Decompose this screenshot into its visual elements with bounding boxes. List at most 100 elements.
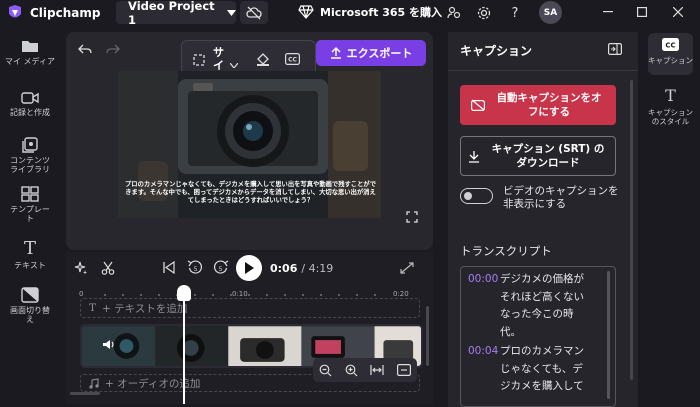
share-button[interactable] — [446, 5, 462, 21]
fill-icon — [256, 53, 270, 67]
cloud-off-icon — [246, 6, 262, 20]
transcript-scrollbar[interactable] — [607, 271, 610, 399]
fullscreen-button[interactable] — [406, 211, 418, 223]
cloud-sync-button[interactable] — [240, 1, 268, 24]
zoom-in-button[interactable] — [345, 364, 358, 377]
transcript-timestamp[interactable]: 00:00 — [468, 271, 498, 341]
captions-toggle-button[interactable]: CC — [285, 53, 300, 65]
fit-screen-button[interactable] — [396, 364, 411, 376]
turn-off-auto-captions-button[interactable]: 自動キャプションをオフにする — [460, 85, 616, 125]
undo-icon — [78, 44, 92, 56]
fill-button[interactable] — [256, 53, 270, 67]
current-time: 0:06 — [270, 262, 298, 275]
time-display: 0:06 / 4:19 — [270, 262, 333, 275]
export-button[interactable]: エクスポート — [316, 40, 426, 66]
text-icon: T — [23, 238, 36, 259]
text-style-icon: T — [665, 86, 676, 105]
video-caption-overlay: プロのカメラマンじゃなくても、デジカメを購入して思い出を写真や動画で残すことがで… — [125, 181, 376, 205]
play-button[interactable] — [236, 255, 262, 281]
undo-button[interactable] — [78, 44, 92, 56]
nav-record-create[interactable]: 記録と作成 — [0, 91, 60, 117]
transcript-title: トランスクリプト — [460, 244, 552, 258]
transcript-box[interactable]: 00:00 デジカメの価格が それほど高くない なった今この時 代。 00:04… — [460, 266, 616, 407]
ruler-dots — [96, 294, 386, 296]
clipchamp-logo-icon — [6, 4, 24, 22]
close-button[interactable] — [662, 0, 694, 24]
svg-text:CC: CC — [288, 57, 297, 64]
cc-icon: CC — [285, 53, 300, 65]
split-button[interactable] — [101, 261, 115, 275]
captions-off-icon — [471, 99, 485, 111]
nav-my-media[interactable]: マイ メディア — [0, 38, 60, 66]
skip-back-icon — [162, 261, 175, 274]
add-text-track[interactable]: T + テキストを追加 — [80, 298, 420, 318]
rail-caption-style-label: キャプションのスタイル — [648, 108, 693, 126]
app-name: Clipchamp — [30, 6, 101, 20]
crop-button[interactable] — [192, 53, 206, 67]
upload-icon — [330, 47, 342, 59]
maximize-icon — [637, 7, 647, 17]
rewind-5-button[interactable]: 5 — [187, 259, 203, 275]
download-srt-button[interactable]: キャプション (SRT) のダウンロード — [460, 136, 616, 176]
total-time: / 4:19 — [301, 262, 334, 275]
transcript-text: プロのカメラマン じゃなくても、デ ジカメを購入して — [500, 345, 584, 392]
zoom-out-button[interactable] — [319, 364, 332, 377]
rail-caption-style-tab[interactable]: T キャプションのスタイル — [648, 88, 693, 128]
maximize-button[interactable] — [626, 0, 658, 24]
cc-icon: CC — [662, 38, 679, 51]
minimize-icon — [603, 11, 613, 13]
nav-templates[interactable]: テンプレー ト — [0, 186, 60, 223]
music-note-icon — [89, 377, 99, 389]
nav-label: テキスト — [14, 261, 46, 270]
transcript-entry[interactable]: 00:00 デジカメの価格が それほど高くない なった今この時 代。 — [468, 271, 609, 341]
avatar[interactable]: SA — [539, 1, 562, 24]
nav-text[interactable]: T テキスト — [0, 238, 60, 271]
rail-captions-tab[interactable]: CC キャプション — [648, 33, 693, 75]
forward-5-icon: 5 — [213, 259, 229, 275]
clip-audio-button[interactable] — [102, 339, 115, 350]
diamond-icon — [298, 5, 314, 19]
timeline-horizontal-scrollbar[interactable] — [70, 392, 100, 395]
transcript-entry[interactable]: 00:04 プロのカメラマン じゃなくても、デ ジカメを購入して — [468, 343, 609, 396]
export-label: エクスポート — [346, 47, 413, 60]
timeline-vertical-scrollbar[interactable] — [426, 306, 429, 366]
nav-transitions[interactable]: 画面切り替 え — [0, 287, 60, 324]
settings-button[interactable] — [476, 5, 492, 21]
project-title-dropdown[interactable]: Video Project 1 — [116, 0, 236, 27]
transition-icon — [21, 287, 39, 303]
crop-icon — [192, 53, 206, 67]
magic-button[interactable] — [74, 261, 88, 275]
app-logo: Clipchamp — [6, 4, 100, 22]
svg-text:CC: CC — [665, 42, 675, 50]
panel-scrollbar[interactable] — [630, 80, 633, 380]
playhead[interactable] — [183, 286, 185, 404]
people-icon — [446, 5, 462, 21]
skip-back-button[interactable] — [162, 261, 175, 274]
forward-5-button[interactable]: 5 — [213, 259, 229, 275]
nav-content-library[interactable]: コンテンツ ライブラリ — [0, 137, 60, 174]
camera-icon — [21, 91, 39, 105]
timeline-expand-button[interactable] — [400, 262, 414, 274]
nav-label: マイ メディア — [5, 57, 55, 66]
chevron-down-icon — [227, 9, 236, 16]
help-button[interactable]: ? — [507, 5, 523, 21]
buy-microsoft-365-link[interactable]: Microsoft 365 を購入 — [298, 4, 442, 20]
fullscreen-icon — [406, 211, 418, 223]
add-audio-label: + オーディオの追加 — [105, 377, 201, 390]
template-icon — [21, 186, 39, 202]
playhead-handle[interactable] — [177, 285, 191, 301]
rewind-5-icon: 5 — [187, 259, 203, 275]
fit-timeline-button[interactable] — [370, 364, 384, 376]
gear-icon — [476, 5, 492, 21]
collapse-panel-button[interactable] — [608, 43, 622, 55]
ruler-tick-0: 0 — [79, 290, 84, 298]
transcript-timestamp[interactable]: 00:04 — [468, 343, 498, 396]
nav-label: 記録と作成 — [10, 108, 50, 117]
redo-icon — [106, 44, 120, 56]
library-icon — [21, 137, 39, 153]
redo-button[interactable] — [106, 44, 120, 56]
zoom-toolbar — [313, 358, 417, 382]
speaker-icon — [102, 339, 115, 350]
minimize-button[interactable] — [592, 0, 624, 24]
ruler-tick-20: 0:20 — [393, 290, 409, 298]
